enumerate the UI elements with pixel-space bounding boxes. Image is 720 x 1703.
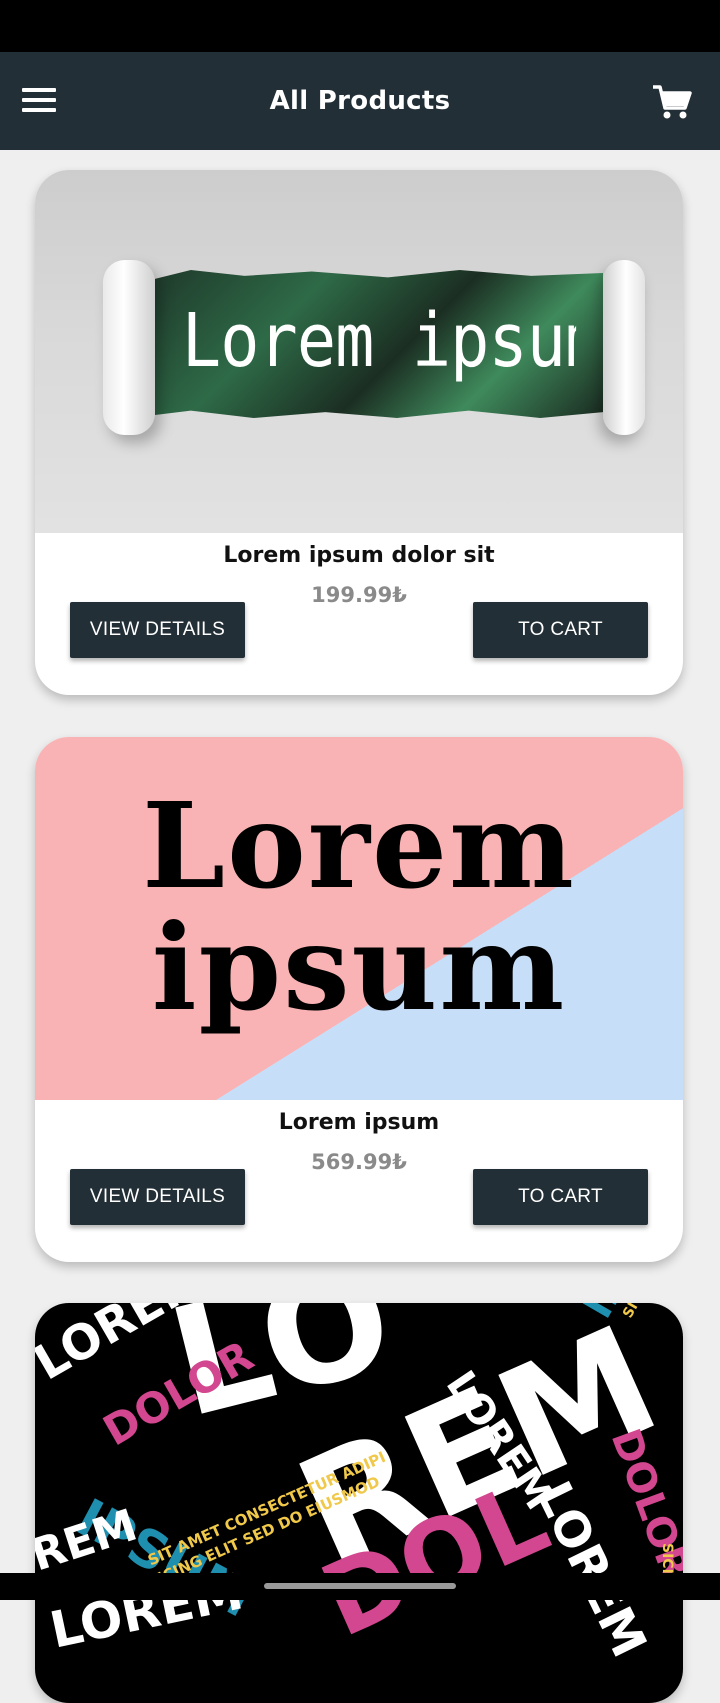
system-navigation-bar — [0, 1573, 720, 1600]
hamburger-menu-icon[interactable] — [22, 88, 56, 114]
product-card: Lorem ipsum Lorem ipsum dolor sit 199.99… — [35, 170, 683, 695]
to-cart-button[interactable]: TO CART — [473, 1169, 648, 1225]
product-image-text: Lorem ipsum — [181, 298, 577, 384]
view-details-button[interactable]: VIEW DETAILS — [70, 1169, 245, 1225]
shopping-cart-icon[interactable] — [652, 84, 692, 120]
product-image-text-line: Lorem — [142, 776, 576, 915]
home-gesture-handle[interactable] — [264, 1583, 456, 1589]
collage-word: SIT AMET CONSECTETUR ADIPI — [620, 1303, 683, 1321]
product-name: Lorem ipsum — [278, 1110, 440, 1135]
product-image-text: Lorem ipsum — [35, 785, 683, 1029]
to-cart-button[interactable]: TO CART — [473, 602, 648, 658]
product-image[interactable]: Lorem ipsum — [35, 170, 683, 533]
product-image[interactable]: Lorem ipsum — [35, 737, 683, 1100]
app-bar: All Products — [0, 52, 720, 150]
paper-curl-right — [603, 260, 645, 435]
paper-curl-left — [103, 260, 155, 435]
page-title: All Products — [269, 86, 451, 116]
product-name: Lorem ipsum dolor sit — [223, 543, 495, 568]
product-card: LO REM DOL LOREM DOLOR IPSUM REM LOREM S… — [35, 1303, 683, 1703]
product-image-text-line: ipsum — [151, 898, 567, 1037]
view-details-button[interactable]: VIEW DETAILS — [70, 602, 245, 658]
product-image[interactable]: LO REM DOL LOREM DOLOR IPSUM REM LOREM S… — [35, 1303, 683, 1703]
status-bar — [0, 0, 720, 52]
product-card: Lorem ipsum Lorem ipsum 569.99₺ VIEW DET… — [35, 737, 683, 1262]
